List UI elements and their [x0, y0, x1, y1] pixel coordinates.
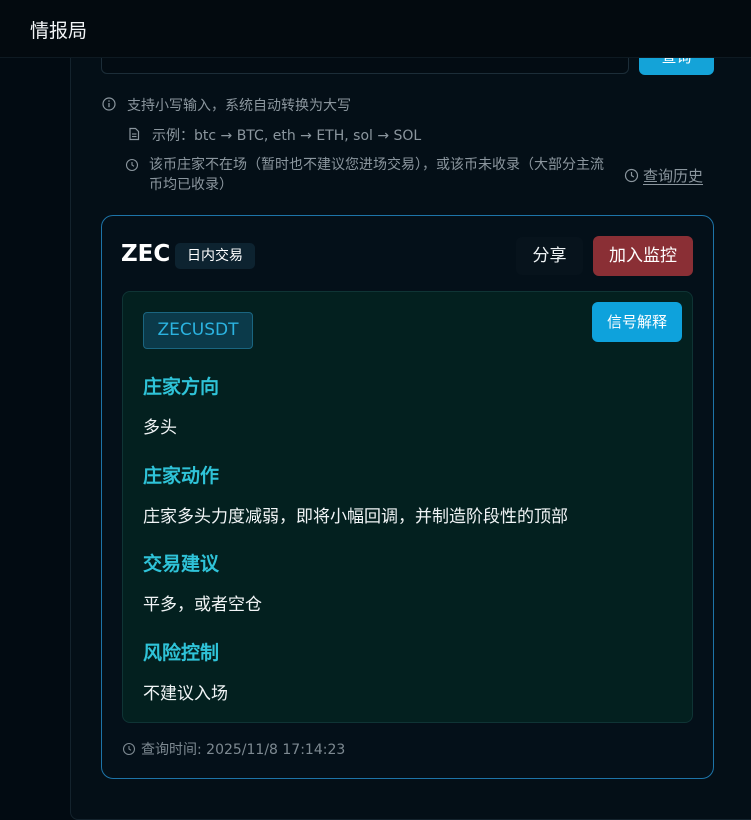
query-history-label: 查询历史 [643, 167, 704, 185]
tip-example-text: 示例：btc → BTC, eth → ETH, sol → SOL [152, 128, 422, 144]
trading-pair-chip: ZECUSDT [143, 312, 253, 349]
query-time-text: 查询时间: 2025/11/8 17:14:23 [141, 742, 346, 758]
coin-symbol: ZEC [121, 241, 171, 267]
signal-explain-button[interactable]: 信号解释 [592, 302, 682, 342]
section-body-risk: 不建议入场 [143, 684, 228, 704]
info-icon [102, 97, 116, 111]
clock-icon [125, 158, 139, 172]
clock-icon [624, 168, 639, 183]
app-title: 情报局 [30, 20, 88, 42]
query-time: 查询时间: 2025/11/8 17:14:23 [122, 739, 345, 759]
add-monitor-button[interactable]: 加入监控 [593, 236, 693, 276]
section-body-direction: 多头 [143, 418, 177, 438]
section-title-advice: 交易建议 [143, 553, 220, 575]
tip-lowercase: 支持小写输入，系统自动转换为大写 [102, 95, 351, 115]
share-button[interactable]: 分享 [516, 237, 583, 275]
tip-notice: 该币庄家不在场（暂时也不建议您进场交易），或该币未收录（大部分主流币均已收录） [125, 155, 617, 195]
section-body-advice: 平多，或者空仓 [143, 595, 262, 615]
section-title-direction: 庄家方向 [143, 376, 220, 398]
section-title-risk: 风险控制 [143, 642, 220, 664]
document-icon [129, 127, 140, 141]
tip-notice-text: 该币庄家不在场（暂时也不建议您进场交易），或该币未收录（大部分主流币均已收录） [149, 157, 604, 193]
section-title-action: 庄家动作 [143, 465, 220, 487]
top-bar: 情报局 [0, 0, 751, 58]
clock-icon [122, 742, 136, 756]
query-history-link[interactable]: 查询历史 [624, 165, 703, 186]
trading-mode-badge: 日内交易 [175, 243, 255, 269]
section-body-action: 庄家多头力度减弱，即将小幅回调，并制造阶段性的顶部 [143, 507, 568, 527]
tip-lowercase-text: 支持小写输入，系统自动转换为大写 [127, 98, 351, 114]
tip-example: 示例：btc → BTC, eth → ETH, sol → SOL [127, 125, 421, 145]
